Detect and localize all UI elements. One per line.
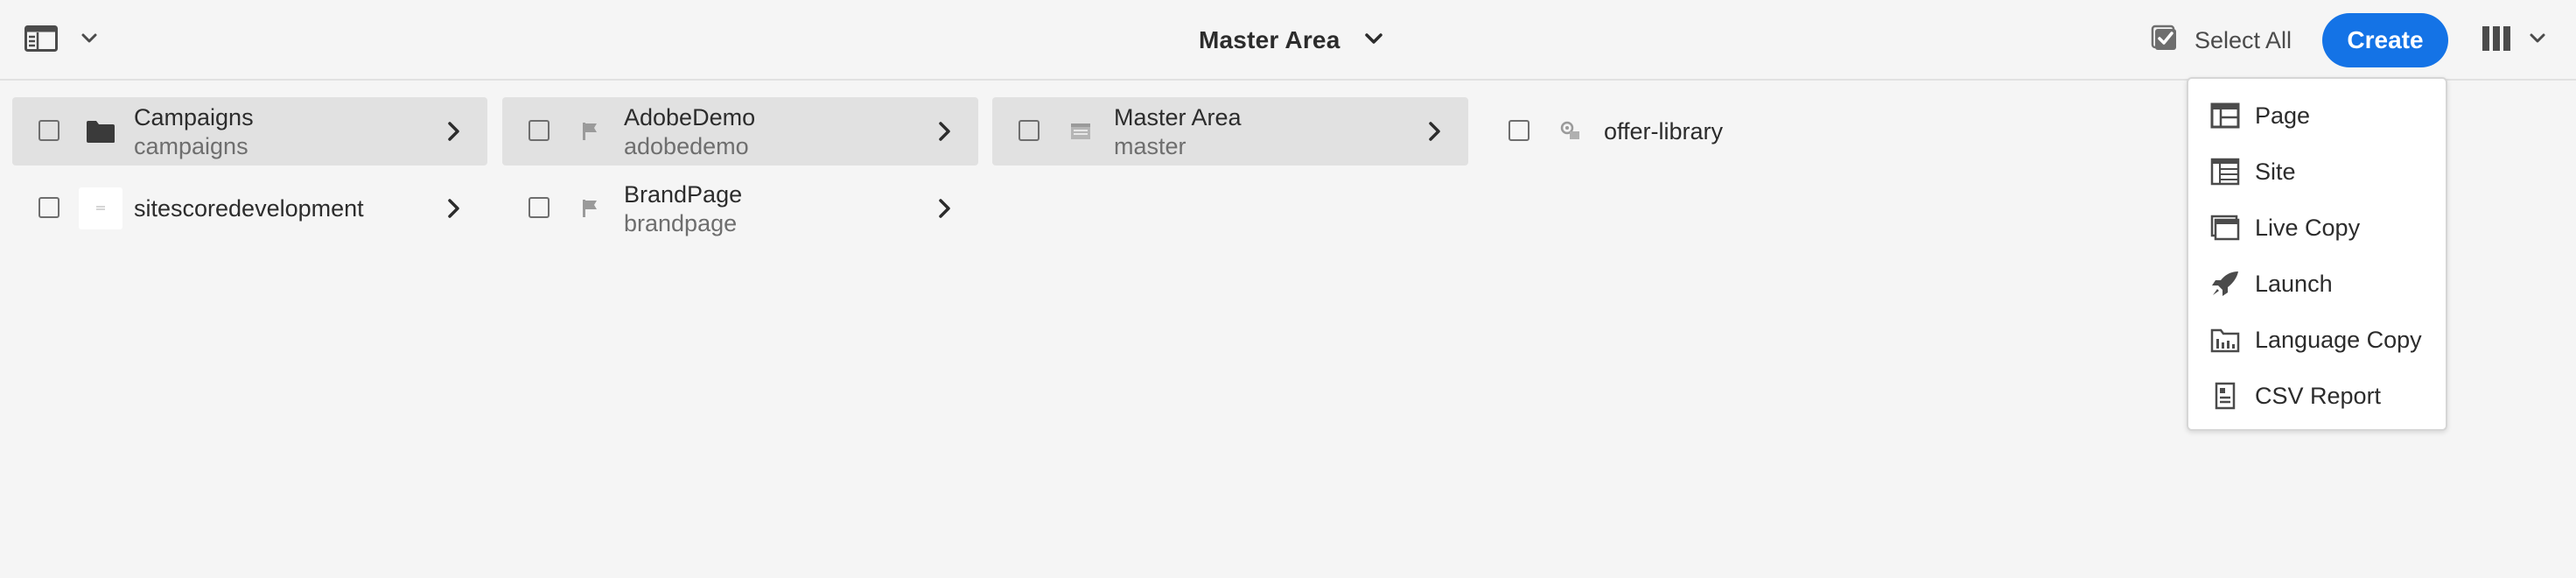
item-checkbox[interactable] [528, 120, 550, 141]
create-menu-popover: Page Site Live Copy Launch Language Copy… [2187, 77, 2447, 431]
chevron-down-icon [2529, 32, 2546, 49]
item-subtitle: master [1114, 133, 1186, 159]
column-item-brandpage[interactable]: BrandPage brandpage [502, 174, 978, 243]
side-rail-toggle[interactable] [24, 23, 112, 58]
folder-icon [84, 115, 117, 148]
item-title: Campaigns [134, 104, 254, 130]
site-icon [2209, 158, 2241, 186]
menu-item-label: Launch [2255, 270, 2333, 297]
item-subtitle: brandpage [624, 210, 738, 236]
page-layout-icon [2209, 102, 2241, 130]
item-title: AdobeDemo [624, 104, 756, 130]
top-action-bar: Master Area Select All Create [0, 0, 2576, 81]
column-view-icon [2482, 25, 2511, 56]
create-menu-item-page[interactable]: Page [2188, 91, 2446, 140]
item-subtitle: adobedemo [624, 133, 749, 159]
menu-item-label: Language Copy [2255, 326, 2422, 353]
create-menu-item-launch[interactable]: Launch [2188, 259, 2446, 308]
chevron-down-icon [80, 32, 98, 49]
chevron-right-icon[interactable] [445, 120, 463, 143]
item-title: Master Area [1114, 104, 1242, 130]
item-title: BrandPage [624, 181, 743, 208]
menu-item-label: Live Copy [2255, 214, 2361, 241]
item-checkbox[interactable] [528, 197, 550, 218]
menu-item-label: Page [2255, 102, 2311, 129]
create-menu-item-language-copy[interactable]: Language Copy [2188, 315, 2446, 364]
chevron-right-icon[interactable] [1426, 120, 1444, 143]
rocket-icon [2209, 270, 2241, 298]
menu-item-label: CSV Report [2255, 382, 2382, 409]
column-item-master-area[interactable]: Master Area master [992, 97, 1468, 166]
create-menu-item-site[interactable]: Site [2188, 147, 2446, 196]
side-panel-icon [24, 25, 58, 56]
offer-icon [1554, 115, 1587, 148]
column-item-offer-library[interactable]: offer-library [1482, 97, 1955, 166]
create-menu-item-live-copy[interactable]: Live Copy [2188, 203, 2446, 252]
menu-item-label: Site [2255, 158, 2296, 185]
create-menu-item-csv-report[interactable]: CSV Report [2188, 371, 2446, 420]
live-copy-icon [2209, 214, 2241, 242]
select-all-label: Select All [2194, 26, 2292, 53]
item-checkbox[interactable] [1018, 120, 1040, 141]
select-all-button[interactable]: Select All [2151, 23, 2292, 58]
chevron-right-icon[interactable] [936, 197, 954, 220]
item-subtitle: campaigns [134, 133, 248, 159]
flag-icon [574, 115, 607, 148]
language-copy-icon [2209, 326, 2241, 354]
flag-icon [574, 192, 607, 225]
chevron-down-icon [1364, 32, 1383, 49]
item-checkbox[interactable] [38, 197, 60, 218]
page-title: Master Area [1199, 26, 1340, 53]
report-icon [2209, 382, 2241, 410]
checkbox-checked-icon [2151, 24, 2180, 58]
chevron-right-icon[interactable] [445, 197, 463, 220]
item-title: sitescoredevelopment [134, 195, 364, 222]
item-checkbox[interactable] [38, 120, 60, 141]
column-item-sitescoredevelopment[interactable]: sitescoredevelopment [12, 174, 487, 243]
location-title-dropdown[interactable]: Master Area [1199, 21, 1383, 60]
thumbnail-icon [79, 187, 122, 229]
column-item-campaigns[interactable]: Campaigns campaigns [12, 97, 487, 166]
create-button[interactable]: Create [2322, 13, 2448, 67]
chevron-right-icon[interactable] [936, 120, 954, 143]
item-title: offer-library [1604, 118, 1724, 144]
page-icon [1064, 115, 1097, 148]
view-switcher[interactable] [2482, 23, 2546, 58]
item-checkbox[interactable] [1508, 120, 1530, 141]
column-item-adobedemo[interactable]: AdobeDemo adobedemo [502, 97, 978, 166]
